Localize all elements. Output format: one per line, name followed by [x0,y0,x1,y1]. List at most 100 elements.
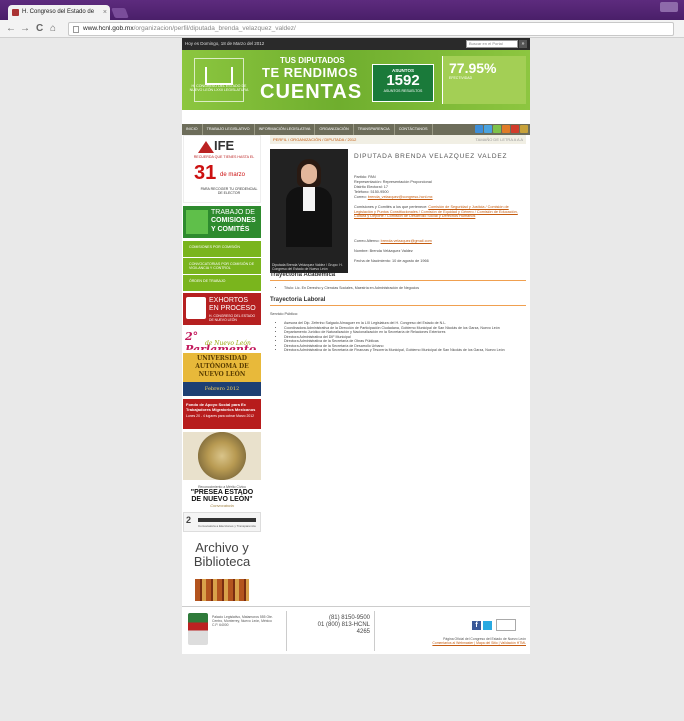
exhortos-line-1: EXHORTOS [209,297,249,304]
comisiones-icon [186,210,208,234]
ife-line-2: PARA RECOGER TU CREDENCIAL DE ELECTOR [200,187,258,195]
archivo-biblioteca-ad[interactable]: Archivo y Biblioteca [183,535,261,601]
exhortos-ad[interactable]: EXHORTOS EN PROCESO H. CONGRESO DEL ESTA… [183,293,261,325]
deputy-name: DIPUTADA BRENDA VELAZQUEZ VALDEZ [354,153,508,160]
footer-phone-2: 01 (800) 813-HCNL [317,622,370,628]
menu-item-trabajo[interactable]: TRABAJO LEGISLATIVO [203,124,255,135]
commissions: Comisiones y Comités a los que pertenece… [354,205,522,219]
url-host: www.hcnl.gob.mx [83,25,134,32]
close-tab-icon[interactable]: × [103,5,107,20]
uanl-date[interactable]: Febrero 2012 [183,382,261,396]
new-tab-button[interactable] [111,8,129,18]
deputy-portrait [284,159,334,247]
archivo-line-1: Archivo y [195,540,249,555]
work-intro: Servicio Público: [270,312,299,316]
ife-day: 31 [194,162,217,184]
convocatoria-bar [198,518,256,522]
convocatorias-button[interactable]: CONVOCATORIAS POR COMISIÓN DE VIGILANCIA… [183,258,261,274]
menu-item-transparencia[interactable]: TRANSPARENCIA [354,124,395,135]
social-icon-1[interactable] [475,125,483,133]
convocatoria-number: 2 [186,515,192,525]
menu-item-informacion[interactable]: INFORMACIÓN LEGISLATIVA [255,124,316,135]
address-bar[interactable]: www.hcnl.gob.mx/organizacion/perfil/dipu… [68,22,674,36]
menu-item-organizacion[interactable]: ORGANIZACIÓN [315,124,354,135]
fondo-title: Fondo de Apoyo Social para Ex Trabajador… [186,402,256,412]
home-icon[interactable]: ⌂ [50,22,56,36]
deputy-photo: Diputada Brenda Velázquez Valdez / Grupo… [270,149,348,273]
list-item: Directora Administrativa de la Secretarí… [284,348,522,353]
list-item: Título: Lic. En Derecho y Ciencias Socia… [284,286,522,291]
academic-heading: Trayectoria Académica [270,272,526,281]
social-icon-3[interactable] [493,125,501,133]
fondo-subtitle: Lunes 20 - 4 lugares para cobrar Marzo 2… [186,414,255,418]
footer-phone-3: 4265 [356,629,370,635]
web-page: Hoy es Domingo, 18 de Marzo del 2012 Bus… [182,38,530,606]
social-icon-5[interactable] [511,125,519,133]
alt-email-link[interactable]: brenda.velazquez@gmail.com [381,239,432,243]
ife-logo: IFE [214,138,235,153]
convocatoria-text: Convocatoria a Elecciones y Transparenci… [198,524,256,528]
breadcrumb-text[interactable]: PERFIL / ORGANIZACIÓN / DIPUTADA / 2012 [273,137,356,142]
email-link[interactable]: brenda_velazquez@congreso-hcnl.mx [368,195,433,199]
reload-icon[interactable]: C [36,22,43,36]
window-controls[interactable] [660,2,678,12]
sidebar: IFE RECUERDA QUE TIENES HASTA EL 31 de m… [182,135,262,604]
social-icons [474,125,528,135]
representation: Representación: Representación Proporcio… [354,180,432,184]
browser-tab[interactable]: H. Congreso del Estado de × [8,5,110,20]
social-icon-2[interactable] [484,125,492,133]
nickname: Nombre: Brenda Velázquez Valdez [354,249,413,253]
footer-address: Palacio Legislativo, Matamoros 555 Ote. … [212,615,273,627]
site-search-input[interactable]: Buscar en el Portal [466,40,518,48]
efectividad-number: 77.95% [449,60,497,76]
work-list: Asesora del Dip. Zeferino Salgado Almagu… [278,321,522,353]
twitter-icon[interactable] [483,621,492,630]
ife-ad[interactable]: IFE RECUERDA QUE TIENES HASTA EL 31 de m… [183,135,261,203]
menu-item-inicio[interactable]: INICIO [182,124,203,135]
alt-email-label: Correo Alterno: [354,239,380,243]
trabajo-comisiones-ad[interactable]: TRABAJO DE COMISIONES Y COMITÉS [183,206,261,238]
exhortos-icon [186,297,206,319]
browser-title-bar: H. Congreso del Estado de × [0,0,684,20]
rendimos-cuentas-banner[interactable]: H. CONGRESO DEL ESTADO DE NUEVO LEÓN LXX… [182,50,530,110]
comisiones-button[interactable]: COMISIONES POR COMISIÓN [183,241,261,257]
facebook-icon[interactable]: f [472,621,481,630]
mail-icon[interactable] [496,619,516,631]
forward-arrow-icon[interactable]: → [20,22,30,36]
uanl-ad[interactable]: UNIVERSIDAD AUTÓNOMA DE NUEVO LEÓN [183,353,261,382]
footer-links[interactable]: Comentarios al Webmaster | Mapa del Siti… [378,641,526,645]
social-icon-4[interactable] [502,125,510,133]
menu-item-contactanos[interactable]: CONTÁCTANOS [395,124,433,135]
orden-trabajo-button[interactable]: ÓRDEN DE TRABAJO [183,275,261,291]
congreso-logo-text: H. CONGRESO DEL ESTADO DE NUEVO LEÓN LXX… [189,84,249,92]
trabajo-line-2: COMISIONES [211,217,256,224]
back-arrow-icon[interactable]: ← [6,22,16,36]
academic-list: Título: Lic. En Derecho y Ciencias Socia… [278,286,522,291]
footer-copy: Página Oficial del Congreso del Estado d… [378,637,526,645]
main-menu: INICIO TRABAJO LEGISLATIVO INFORMACIÓN LEG… [182,124,530,135]
presea-line-1: "PRESEA ESTADO [190,489,254,496]
work-heading: Trayectoria Laboral [270,297,526,306]
photo-caption: Diputada Brenda Velázquez Valdez / Grupo… [272,263,343,271]
asuntos-subtitle: ASUNTOS RESUELTOS [383,89,423,93]
social-icon-6[interactable] [520,125,528,133]
birth-date: Fecha de Nacimiento: 10 de agosto de 196… [354,259,429,263]
district: Distrito Electoral: 17 [354,185,388,189]
font-size-controls[interactable]: TAMAÑO DE LETRA A A A [476,135,524,144]
books-icon [195,579,249,601]
parlamento-ad[interactable]: 2° Parlamento de Nuevo León [183,328,261,350]
trabajo-line-1: TRABAJO DE [211,209,255,216]
fondo-apoyo-ad[interactable]: Fondo de Apoyo Social para Ex Trabajador… [183,399,261,429]
medal-image[interactable] [183,432,261,480]
commissions-intro: Comisiones y Comités a los que pertenece… [354,205,428,209]
current-date: Hoy es Domingo, 18 de Marzo del 2012 [185,41,265,46]
presea-ad[interactable]: Reconocimiento a Mérito Cívico "PRESEA E… [183,483,261,509]
convocatoria-ad[interactable]: 2 Convocatoria a Elecciones y Transparen… [183,512,261,532]
banner-line-3: CUENTAS [260,81,363,103]
parlamento-line-2: de Nuevo León [205,340,251,347]
state-seal-icon [188,613,208,645]
site-search-button[interactable]: » [519,40,527,48]
congreso-logo [194,58,244,102]
page-icon [73,26,79,33]
ife-line-1: RECUERDA QUE TIENES HASTA EL [193,155,255,159]
